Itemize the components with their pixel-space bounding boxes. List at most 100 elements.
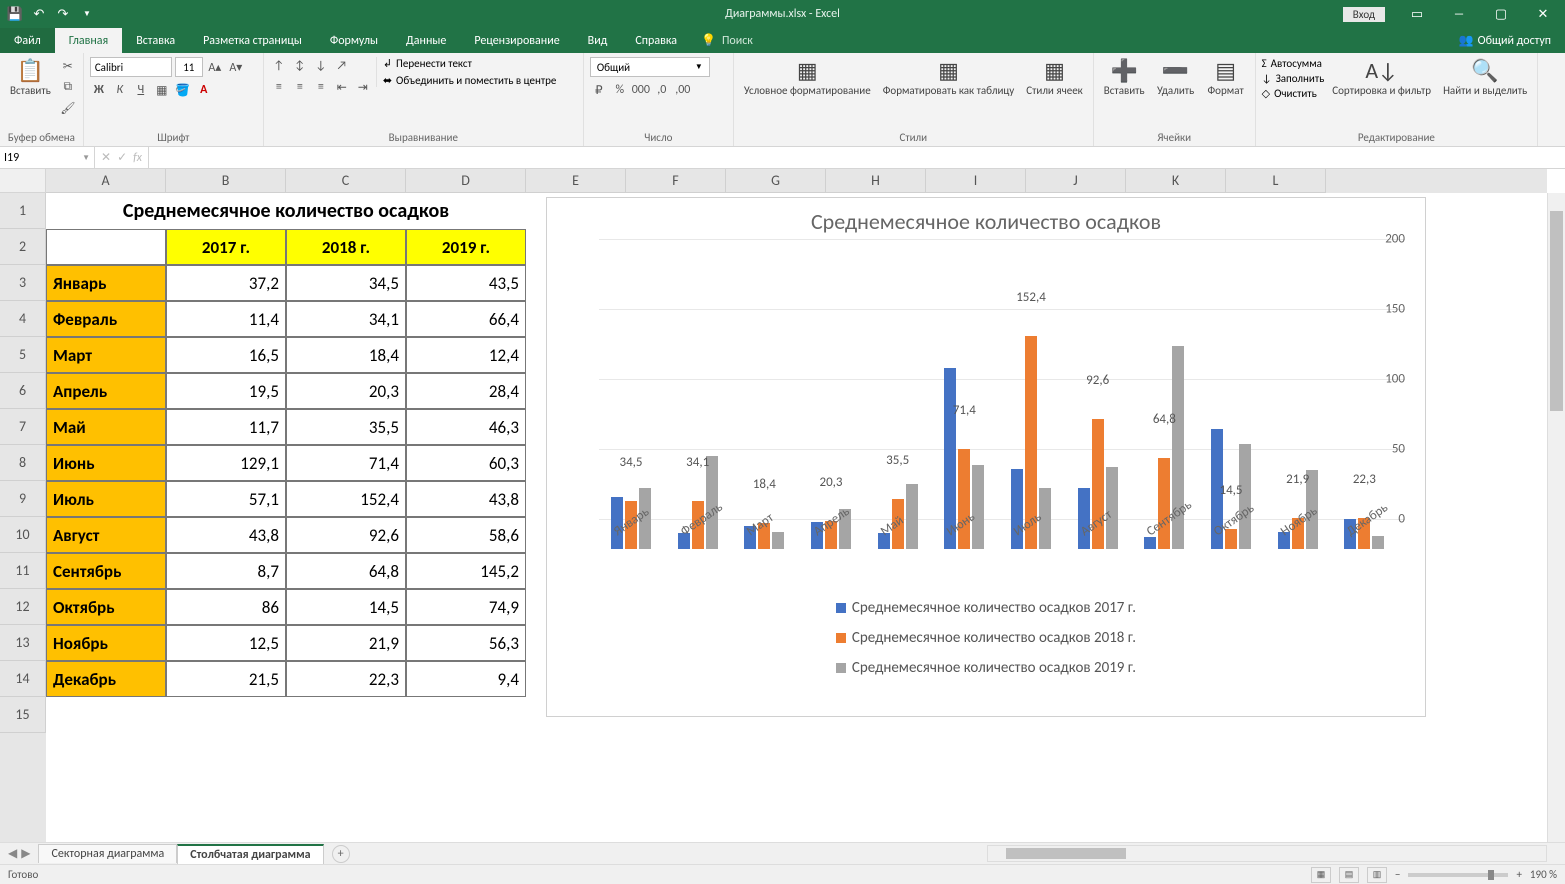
table-header-year[interactable]: 2018 г.	[286, 229, 406, 265]
bold-icon[interactable]: Ж	[90, 81, 108, 99]
enter-formula-icon[interactable]: ✓	[117, 150, 127, 165]
column-header[interactable]: D	[406, 169, 526, 193]
fx-icon[interactable]: fx	[133, 151, 142, 165]
table-cell[interactable]: 152,4	[286, 481, 406, 517]
tab-insert[interactable]: Вставка	[122, 28, 189, 53]
column-header[interactable]: F	[626, 169, 726, 193]
table-cell[interactable]: 16,5	[166, 337, 286, 373]
font-name-combo[interactable]: Calibri	[90, 57, 172, 77]
table-cell[interactable]: 19,5	[166, 373, 286, 409]
table-header-year[interactable]: 2019 г.	[406, 229, 526, 265]
table-cell[interactable]: 35,5	[286, 409, 406, 445]
table-cell[interactable]: 8,7	[166, 553, 286, 589]
table-cell[interactable]: 20,3	[286, 373, 406, 409]
table-header-month[interactable]: Февраль	[46, 301, 166, 337]
zoom-out-icon[interactable]: −	[1395, 868, 1400, 881]
table-cell[interactable]: 64,8	[286, 553, 406, 589]
table-cell[interactable]: 58,6	[406, 517, 526, 553]
column-header[interactable]: I	[926, 169, 1026, 193]
table-header-month[interactable]: Январь	[46, 265, 166, 301]
tab-view[interactable]: Вид	[574, 28, 622, 53]
conditional-formatting-button[interactable]: ▦Условное форматирование	[740, 57, 875, 99]
row-header[interactable]: 6	[0, 373, 46, 409]
format-cells-button[interactable]: ▤Формат	[1203, 57, 1249, 99]
table-cell[interactable]: 22,3	[286, 661, 406, 697]
row-header[interactable]: 13	[0, 625, 46, 661]
table-cell[interactable]: 86	[166, 589, 286, 625]
table-header-month[interactable]: Сентябрь	[46, 553, 166, 589]
qat-dropdown-icon[interactable]: ▼	[78, 5, 96, 23]
column-header[interactable]: A	[46, 169, 166, 193]
maximize-icon[interactable]: ▢	[1481, 0, 1521, 28]
name-box[interactable]: I19▼	[0, 147, 95, 168]
format-painter-icon[interactable]: 🖌	[59, 99, 77, 117]
table-cell[interactable]: 92,6	[286, 517, 406, 553]
cut-icon[interactable]: ✂	[59, 57, 77, 75]
wrap-text-button[interactable]: ↲ Перенести текст	[383, 57, 557, 70]
row-header[interactable]: 5	[0, 337, 46, 373]
sheet-tab-sector[interactable]: Секторная диаграмма	[38, 844, 177, 863]
font-color-icon[interactable]: A	[195, 81, 213, 99]
delete-cells-button[interactable]: ➖Удалить	[1153, 57, 1199, 99]
format-as-table-button[interactable]: ▦Форматировать как таблицу	[879, 57, 1019, 99]
copy-icon[interactable]: ⧉	[59, 78, 77, 96]
indent-increase-icon[interactable]: ⇥	[354, 78, 372, 96]
table-cell[interactable]: 11,4	[166, 301, 286, 337]
table-cell[interactable]: 12,5	[166, 625, 286, 661]
tab-page-layout[interactable]: Разметка страницы	[189, 28, 316, 53]
column-header[interactable]: J	[1026, 169, 1126, 193]
worksheet-grid[interactable]: ABCDEFGHIJKL 123456789101112131415 Средн…	[0, 169, 1565, 842]
tab-home[interactable]: Главная	[55, 28, 122, 53]
table-cell[interactable]: 129,1	[166, 445, 286, 481]
chart[interactable]: Среднемесячное количество осадков 050100…	[546, 197, 1426, 717]
tell-me-search[interactable]: 💡 Поиск	[691, 28, 763, 53]
vertical-scrollbar[interactable]	[1547, 193, 1565, 842]
column-header[interactable]: L	[1226, 169, 1326, 193]
merge-center-button[interactable]: ⬌ Объединить и поместить в центре	[383, 74, 557, 87]
cells-area[interactable]: Среднемесячное количество осадков2017 г.…	[46, 193, 1547, 842]
zoom-slider[interactable]	[1408, 873, 1508, 877]
table-header-month[interactable]: Июль	[46, 481, 166, 517]
table-cell[interactable]: 34,1	[286, 301, 406, 337]
ribbon-options-icon[interactable]: ▭	[1397, 0, 1437, 28]
undo-icon[interactable]: ↶	[30, 5, 48, 23]
italic-icon[interactable]: К	[111, 81, 129, 99]
table-cell[interactable]: 60,3	[406, 445, 526, 481]
scrollbar-thumb[interactable]	[1006, 848, 1126, 859]
table-header-month[interactable]: Март	[46, 337, 166, 373]
underline-icon[interactable]: Ч	[132, 81, 150, 99]
row-header[interactable]: 1	[0, 193, 46, 229]
decrease-font-icon[interactable]: A▾	[227, 58, 245, 76]
table-header-year[interactable]: 2017 г.	[166, 229, 286, 265]
row-header[interactable]: 11	[0, 553, 46, 589]
table-cell[interactable]: 43,8	[406, 481, 526, 517]
sheet-tab-column[interactable]: Столбчатая диаграмма	[177, 844, 323, 864]
view-page-layout-icon[interactable]: ▤	[1339, 867, 1359, 883]
row-header[interactable]: 10	[0, 517, 46, 553]
table-header-month[interactable]: Май	[46, 409, 166, 445]
column-header[interactable]: C	[286, 169, 406, 193]
prev-sheet-icon[interactable]: ◀	[8, 846, 17, 861]
table-cell[interactable]: 12,4	[406, 337, 526, 373]
table-header-month[interactable]: Декабрь	[46, 661, 166, 697]
table-cell[interactable]: 46,3	[406, 409, 526, 445]
align-middle-icon[interactable]: ↕	[291, 57, 309, 75]
tab-review[interactable]: Рецензирование	[460, 28, 573, 53]
number-format-combo[interactable]: Общий▼	[590, 57, 710, 77]
save-icon[interactable]: 💾	[6, 5, 24, 23]
zoom-level[interactable]: 190 %	[1530, 868, 1557, 881]
table-header-month[interactable]: Ноябрь	[46, 625, 166, 661]
view-page-break-icon[interactable]: ▥	[1367, 867, 1387, 883]
table-cell[interactable]: 21,9	[286, 625, 406, 661]
redo-icon[interactable]: ↷	[54, 5, 72, 23]
insert-cells-button[interactable]: ➕Вставить	[1100, 57, 1149, 99]
tab-help[interactable]: Справка	[621, 28, 691, 53]
cancel-formula-icon[interactable]: ✕	[101, 150, 111, 165]
table-cell[interactable]: 145,2	[406, 553, 526, 589]
find-select-button[interactable]: 🔍Найти и выделить	[1439, 57, 1531, 99]
table-cell[interactable]: 71,4	[286, 445, 406, 481]
fill-button[interactable]: ↓Заполнить	[1262, 72, 1325, 85]
zoom-slider-thumb[interactable]	[1488, 870, 1494, 880]
minimize-icon[interactable]: ―	[1439, 0, 1479, 28]
row-header[interactable]: 9	[0, 481, 46, 517]
